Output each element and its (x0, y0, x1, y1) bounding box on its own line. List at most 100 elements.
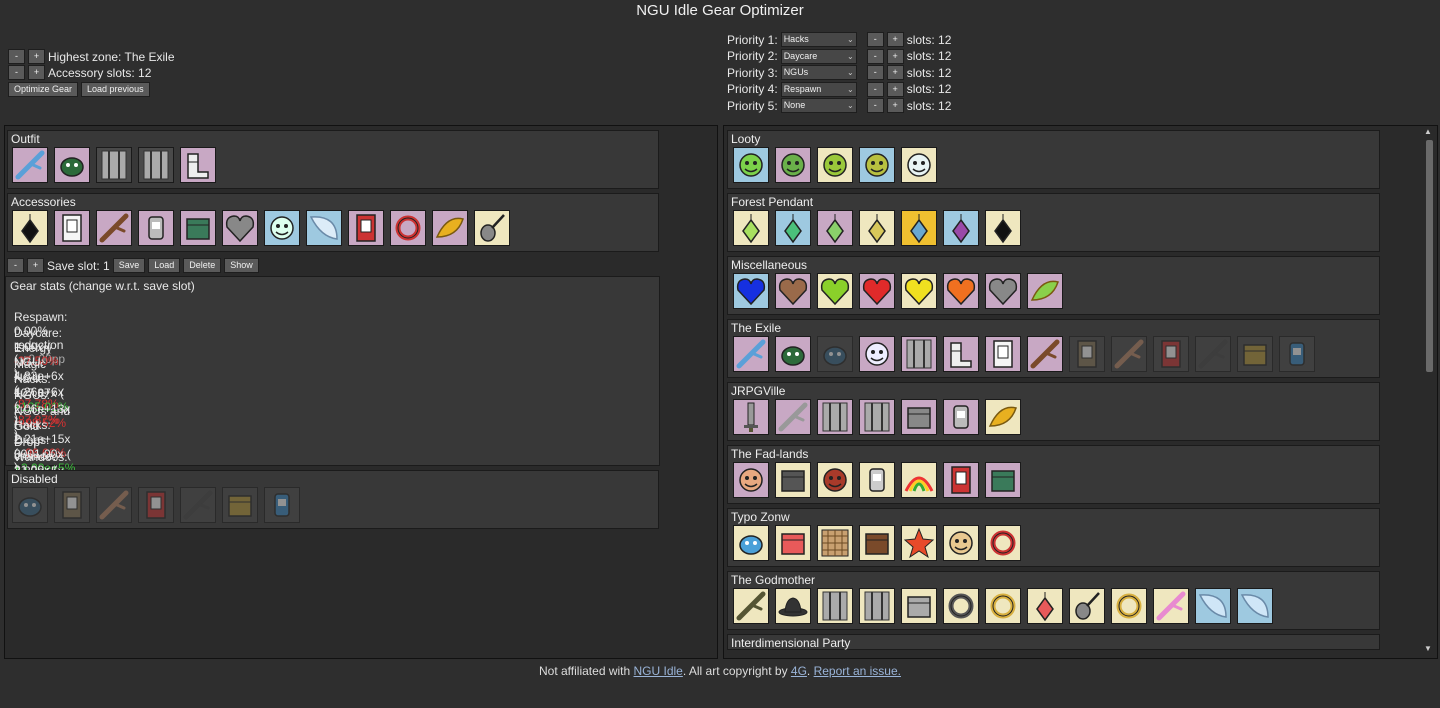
priority-select[interactable]: Hacks ⌄ (780, 32, 857, 47)
forest-pendant-item[interactable] (817, 210, 853, 246)
disabled-item[interactable] (12, 487, 48, 523)
typo-zonw-item[interactable] (901, 525, 937, 561)
priority-minus-button[interactable]: - (866, 32, 884, 47)
save-button[interactable]: Save (112, 258, 146, 273)
priority-select[interactable]: Respawn ⌄ (780, 81, 857, 97)
godmother-item[interactable] (817, 588, 853, 624)
fadlands-item[interactable] (817, 462, 853, 498)
looty-item[interactable] (817, 147, 853, 183)
forest-pendant-item[interactable] (733, 210, 769, 246)
misc-item[interactable] (901, 273, 937, 309)
accessory-slot[interactable] (390, 210, 426, 246)
zone-minus-button[interactable]: - (8, 49, 25, 64)
looty-item[interactable] (775, 147, 811, 183)
typo-zonw-item[interactable] (859, 525, 895, 561)
godmother-item[interactable] (943, 588, 979, 624)
priority-minus-button[interactable]: - (866, 65, 884, 80)
godmother-item[interactable] (1111, 588, 1147, 624)
accessory-slot[interactable] (432, 210, 468, 246)
report-issue-link[interactable]: Report an issue. (814, 664, 901, 678)
priority-minus-button[interactable]: - (866, 98, 884, 113)
gear-slot[interactable] (180, 147, 216, 183)
fadlands-item[interactable] (775, 462, 811, 498)
scrollbar-thumb[interactable] (1426, 140, 1433, 372)
accessory-slot[interactable] (180, 210, 216, 246)
godmother-item[interactable] (733, 588, 769, 624)
typo-zonw-item[interactable] (985, 525, 1021, 561)
priority-select[interactable]: NGUs ⌄ (780, 65, 857, 80)
save-slot-minus-button[interactable]: - (7, 258, 24, 273)
fadlands-item[interactable] (733, 462, 769, 498)
looty-item[interactable] (733, 147, 769, 183)
exile-item[interactable] (1069, 336, 1105, 372)
jrpgville-item[interactable] (985, 399, 1021, 435)
delete-button[interactable]: Delete (183, 258, 222, 273)
misc-item[interactable] (1027, 273, 1063, 309)
godmother-item[interactable] (1027, 588, 1063, 624)
exile-item[interactable] (943, 336, 979, 372)
priority-select[interactable]: Daycare ⌄ (780, 48, 857, 64)
disabled-item[interactable] (96, 487, 132, 523)
jrpgville-item[interactable] (817, 399, 853, 435)
exile-item[interactable] (1111, 336, 1147, 372)
misc-item[interactable] (943, 273, 979, 309)
exile-item[interactable] (733, 336, 769, 372)
right-scrollbar[interactable]: ▲ ▼ (1423, 126, 1435, 656)
accessory-minus-button[interactable]: - (8, 65, 25, 80)
exile-item[interactable] (817, 336, 853, 372)
typo-zonw-item[interactable] (733, 525, 769, 561)
gear-slot[interactable] (54, 147, 90, 183)
exile-item[interactable] (1279, 336, 1315, 372)
accessory-slot[interactable] (96, 210, 132, 246)
forest-pendant-item[interactable] (775, 210, 811, 246)
jrpgville-item[interactable] (859, 399, 895, 435)
looty-item[interactable] (859, 147, 895, 183)
accessory-slot[interactable] (12, 210, 48, 246)
save-slot-plus-button[interactable]: + (27, 258, 44, 273)
optimize-gear-button[interactable]: Optimize Gear (8, 82, 79, 97)
accessory-plus-button[interactable]: + (28, 65, 45, 80)
fadlands-item[interactable] (943, 462, 979, 498)
typo-zonw-item[interactable] (775, 525, 811, 561)
misc-item[interactable] (985, 273, 1021, 309)
accessory-slot[interactable] (222, 210, 258, 246)
gear-slot[interactable] (138, 147, 174, 183)
forest-pendant-item[interactable] (901, 210, 937, 246)
looty-item[interactable] (901, 147, 937, 183)
scroll-down-arrow[interactable]: ▼ (1424, 644, 1432, 653)
exile-item[interactable] (775, 336, 811, 372)
typo-zonw-item[interactable] (943, 525, 979, 561)
author-link[interactable]: 4G (791, 664, 807, 678)
accessory-slot[interactable] (348, 210, 384, 246)
forest-pendant-item[interactable] (985, 210, 1021, 246)
show-button[interactable]: Show (224, 258, 259, 273)
exile-item[interactable] (1237, 336, 1273, 372)
gear-slot[interactable] (12, 147, 48, 183)
godmother-item[interactable] (1237, 588, 1273, 624)
typo-zonw-item[interactable] (817, 525, 853, 561)
load-previous-button[interactable]: Load previous (81, 82, 150, 97)
exile-item[interactable] (1153, 336, 1189, 372)
fadlands-item[interactable] (859, 462, 895, 498)
exile-item[interactable] (1195, 336, 1231, 372)
jrpgville-item[interactable] (901, 399, 937, 435)
accessory-slot[interactable] (54, 210, 90, 246)
disabled-item[interactable] (222, 487, 258, 523)
jrpgville-item[interactable] (775, 399, 811, 435)
forest-pendant-item[interactable] (943, 210, 979, 246)
priority-plus-button[interactable]: + (886, 98, 904, 113)
disabled-item[interactable] (54, 487, 90, 523)
godmother-item[interactable] (775, 588, 811, 624)
forest-pendant-item[interactable] (859, 210, 895, 246)
accessory-slot[interactable] (474, 210, 510, 246)
accessory-slot[interactable] (306, 210, 342, 246)
exile-item[interactable] (859, 336, 895, 372)
jrpgville-item[interactable] (943, 399, 979, 435)
priority-plus-button[interactable]: + (886, 32, 904, 47)
disabled-item[interactable] (180, 487, 216, 523)
priority-plus-button[interactable]: + (886, 65, 904, 80)
godmother-item[interactable] (1153, 588, 1189, 624)
accessory-slot[interactable] (138, 210, 174, 246)
godmother-item[interactable] (859, 588, 895, 624)
priority-select[interactable]: None ⌄ (780, 98, 857, 113)
